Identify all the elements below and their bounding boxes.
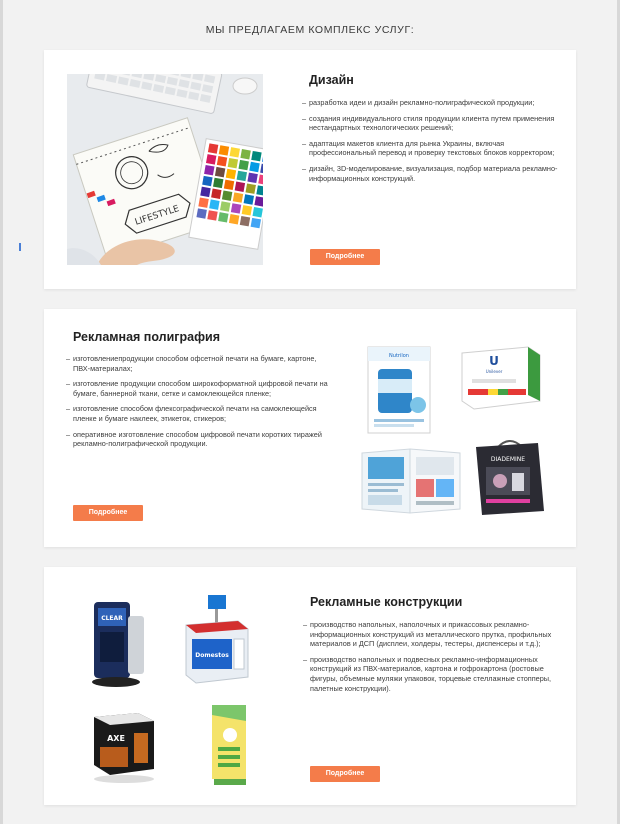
open-brochure-image (361, 448, 461, 514)
clear-display-stand-image: CLEAR (92, 602, 144, 687)
list-item: изготовление способом флексографической … (66, 404, 328, 423)
page-heading: МЫ ПРЕДЛАГАЕМ КОМПЛЕКС УСЛУГ: (205, 24, 415, 36)
nutrilon-label: Nutrilon (389, 353, 409, 359)
section-title-design: Дизайн (309, 73, 354, 87)
unilever-box-image: U Unilever (461, 346, 541, 410)
unilever-label: Unilever (486, 369, 503, 374)
clear-label: CLEAR (101, 615, 123, 622)
side-marker (19, 243, 21, 251)
constructions-more-button[interactable]: Подробнее (310, 766, 380, 782)
axe-label: AXE (107, 734, 125, 743)
list-item: оперативное изготовление способом цифров… (66, 430, 328, 449)
design-workspace-photo: LIFESTYLE (67, 74, 263, 265)
list-item: изготовление продукции способом широкофо… (66, 379, 328, 398)
list-item: разработка идеи и дизайн рекламно-полигр… (302, 98, 564, 108)
standee-display-image (212, 705, 246, 785)
list-item: дизайн, 3D-моделирование, визуализация, … (302, 164, 564, 183)
section-title-printing: Рекламная полиграфия (73, 330, 221, 344)
design-more-button[interactable]: Подробнее (310, 249, 380, 265)
diademine-label: DIADEMINE (491, 456, 525, 463)
nutrilon-brochure-image: Nutrilon (367, 346, 431, 434)
axe-cube-display-image: AXE (94, 713, 154, 783)
list-item: адаптация макетов клиента для рынка Укра… (302, 139, 564, 158)
list-item: производство напольных, наполочных и при… (303, 620, 565, 649)
service-card-printing: Рекламная полиграфия изготовлениепродукц… (44, 309, 576, 547)
printing-services-list: изготовлениепродукции способом офсетной … (66, 354, 328, 455)
design-services-list: разработка идеи и дизайн рекламно-полигр… (302, 98, 564, 189)
domestos-display-stand-image: Domestos (185, 595, 249, 684)
constructions-services-list: производство напольных, наполочных и при… (303, 620, 565, 699)
svg-text:U: U (489, 354, 499, 368)
list-item: создания индивидуального стиля продукции… (302, 114, 564, 133)
section-title-constructions: Рекламные конструкции (310, 595, 463, 609)
list-item: производство напольных и подвесных рекла… (303, 655, 565, 693)
printing-more-button[interactable]: Подробнее (73, 505, 143, 521)
list-item: изготовлениепродукции способом офсетной … (66, 354, 328, 373)
service-card-constructions: CLEAR Domestos AXE Рекламные конструкции… (44, 567, 576, 805)
service-card-design: LIFESTYLE Дизайн разработка идеи и (44, 50, 576, 289)
diademine-bag-image: DIADEMINE (476, 440, 544, 515)
domestos-label: Domestos (195, 652, 229, 659)
left-frame-edge (0, 0, 3, 824)
